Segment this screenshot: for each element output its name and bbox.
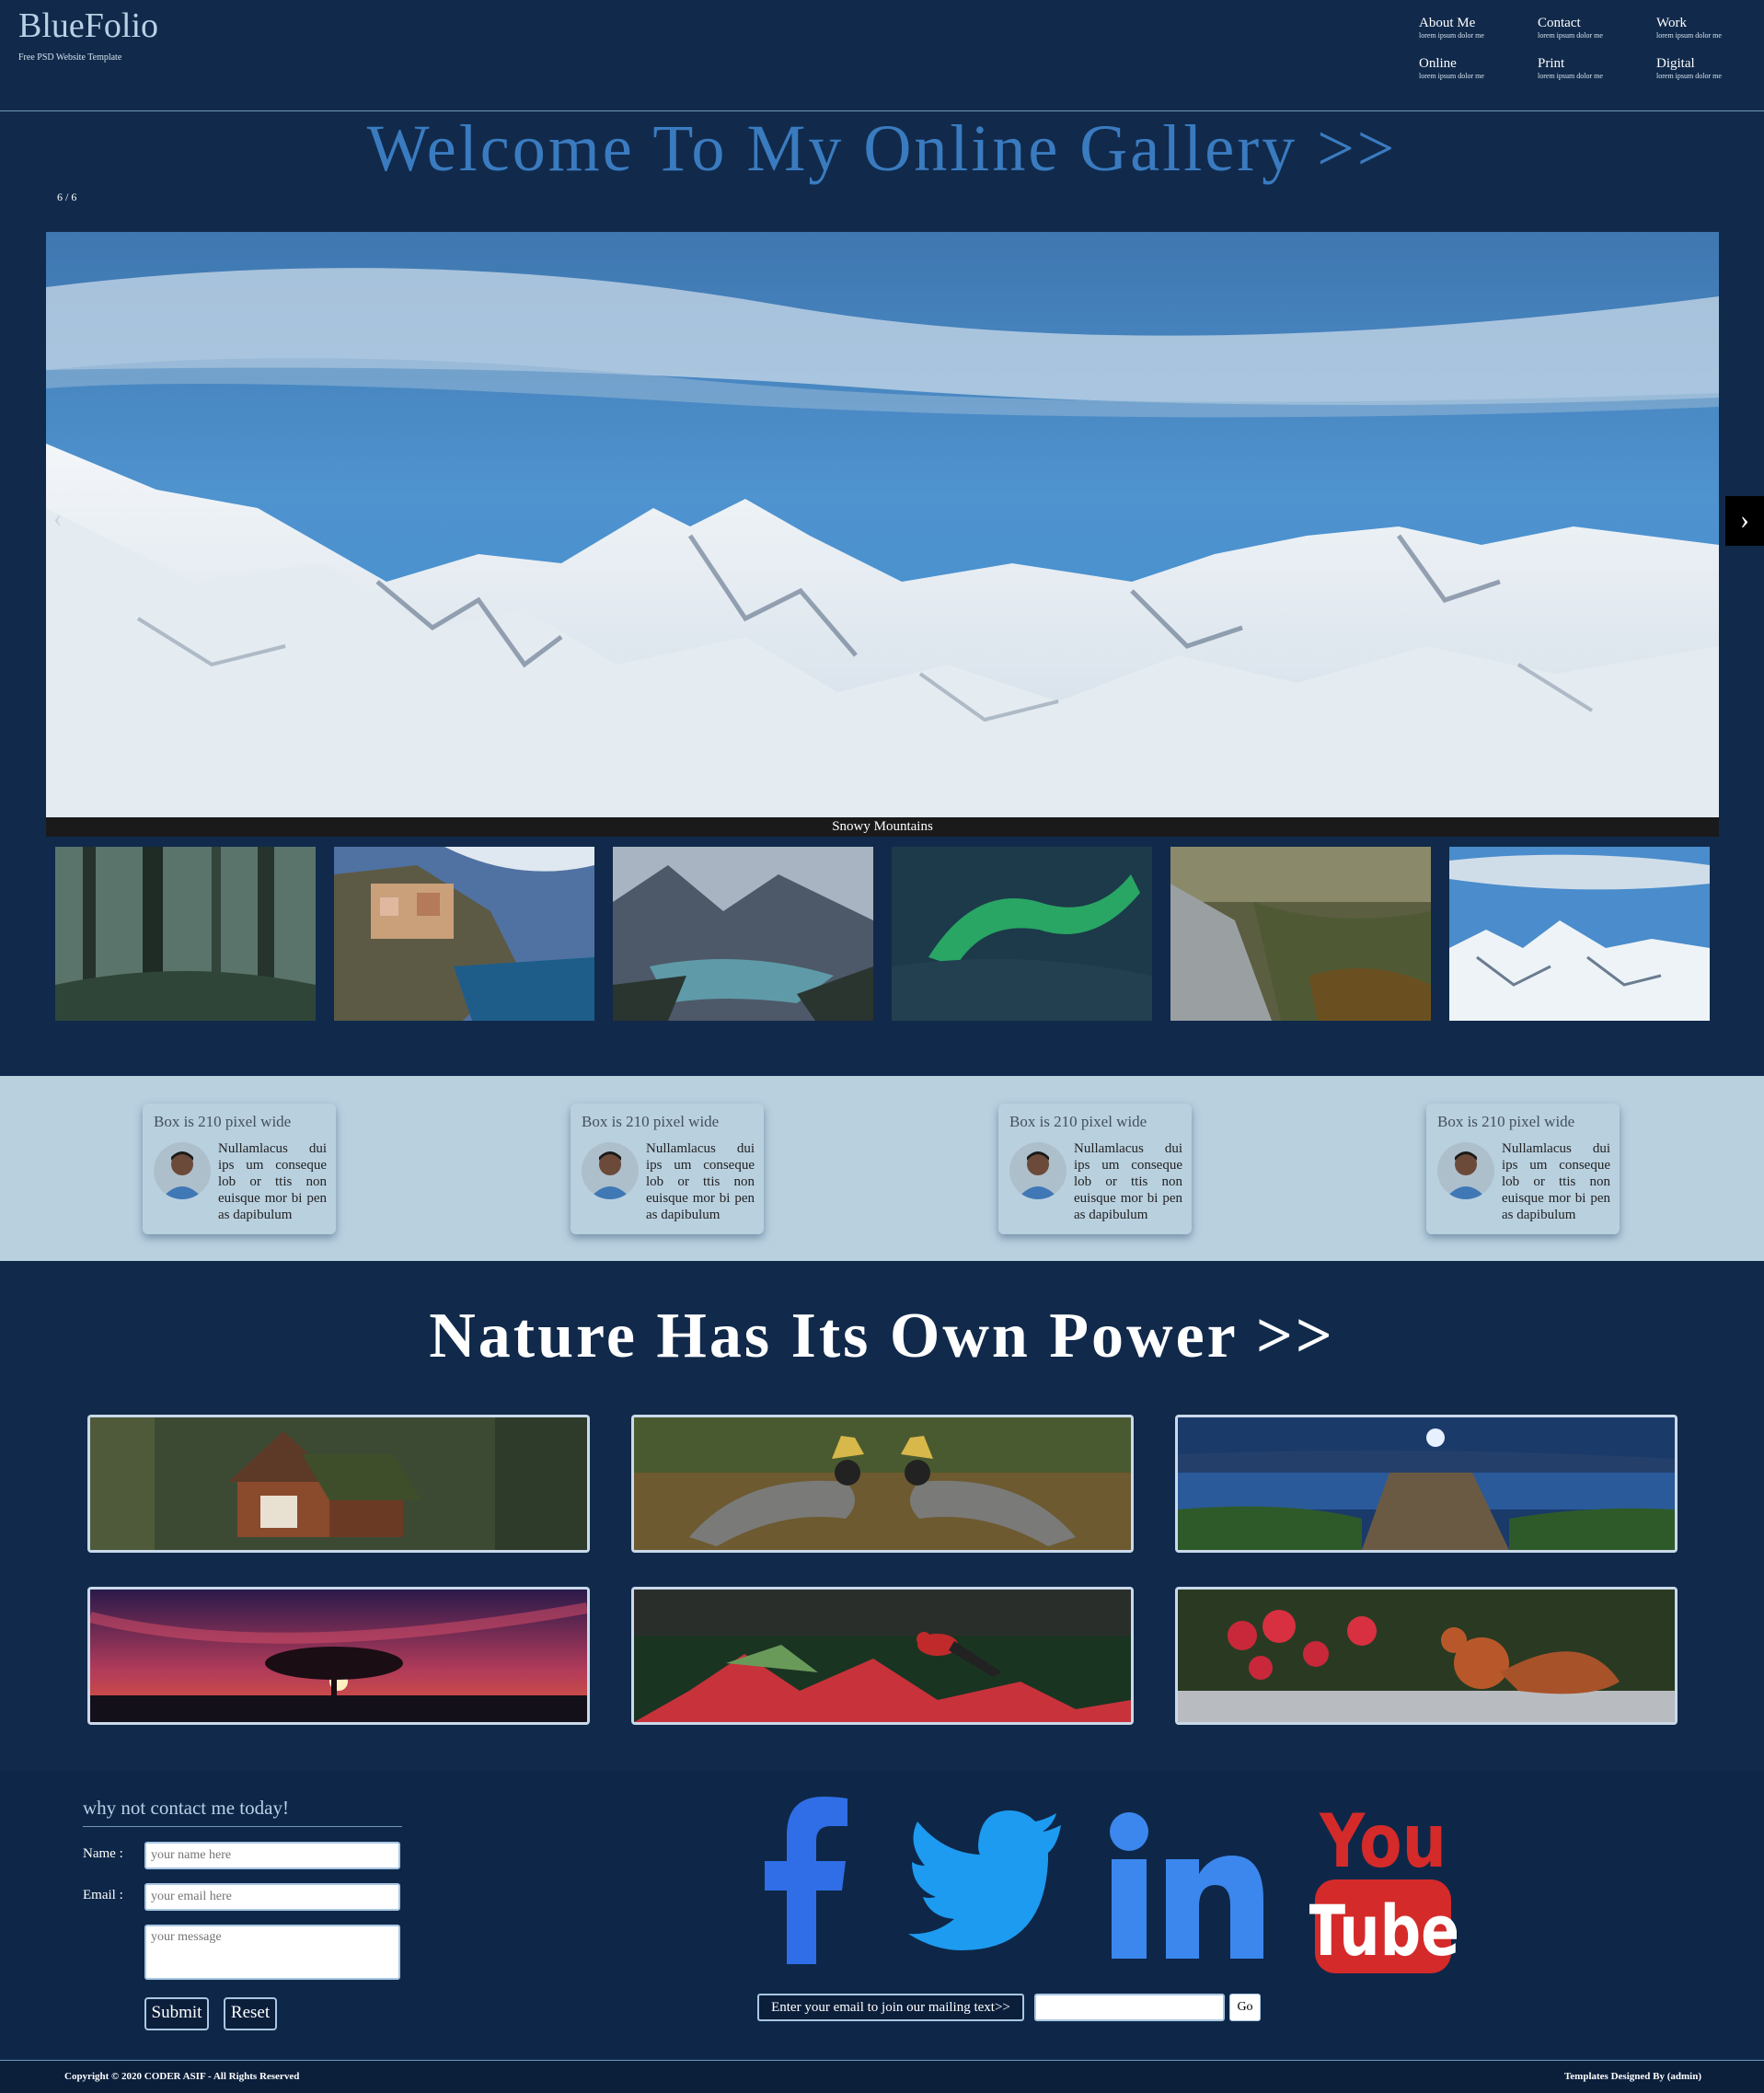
thumbnail-coastal-village[interactable] [334,847,594,1021]
prev-slide-button[interactable]: ‹ [53,504,62,534]
nav-item-sub: lorem ipsum dolor me [1419,72,1484,80]
nature-image-lake-pier[interactable] [1175,1415,1678,1553]
nav-item-title[interactable]: Contact [1538,16,1655,31]
nature-image-red-bird-flowers[interactable] [631,1587,1134,1725]
info-box-text: Nullamlacus dui ips um conseque lob or t… [1074,1141,1182,1222]
slide-counter: 6 / 6 [57,191,77,203]
nav-item-sub: lorem ipsum dolor me [1419,31,1484,40]
nav-item-about-me[interactable]: About Me lorem ipsum dolor me [1419,16,1537,40]
info-box: Box is 210 pixel wide Nullamlacus dui ip… [1426,1104,1620,1234]
brand-tagline: Free PSD Website Template [18,52,122,63]
youtube-top-text: You [1319,1798,1447,1885]
site-header: BlueFolio Free PSD Website Template Abou… [0,0,1764,111]
nav-item-title[interactable]: Online [1419,56,1537,72]
info-box: Box is 210 pixel wide Nullamlacus dui ip… [571,1104,764,1234]
contact-divider [83,1826,402,1827]
info-box-title: Box is 210 pixel wide [154,1113,292,1130]
nav-item-title[interactable]: About Me [1419,16,1537,31]
thumbnail-snowy-mountains[interactable] [1449,847,1710,1021]
nature-image-forest-cabin[interactable] [87,1415,590,1553]
youtube-bottom-text: Tube [1309,1891,1457,1972]
info-box-title: Box is 210 pixel wide [1437,1113,1575,1130]
avatar [1009,1142,1066,1199]
submit-button[interactable]: Submit [144,1997,209,2030]
info-boxes-section: Box is 210 pixel wide Nullamlacus dui ip… [0,1076,1764,1261]
info-box-text: Nullamlacus dui ips um conseque lob or t… [1502,1141,1610,1222]
brand-logo[interactable]: BlueFolio [18,6,158,46]
facebook-icon[interactable] [759,1795,851,1969]
thumbnail-mountain-lake[interactable] [613,847,873,1021]
gallery-title: Welcome To My Online Gallery >> [366,111,1398,185]
linkedin-icon[interactable] [1109,1811,1265,1963]
slideshow-image [46,232,1719,817]
nav-item-sub: lorem ipsum dolor me [1656,72,1722,80]
email-field[interactable] [144,1883,400,1911]
copyright-text: Copyright © 2020 CODER ASIF - All Rights… [64,2071,300,2082]
nav-item-online[interactable]: Online lorem ipsum dolor me [1419,56,1537,81]
nature-image-crowned-cranes[interactable] [631,1415,1134,1553]
nav-item-title[interactable]: Print [1538,56,1655,72]
designer-credit: Templates Designed By (admin) [1563,2071,1701,2082]
youtube-icon[interactable]: You Tube [1307,1795,1459,1980]
nav-item-print[interactable]: Print lorem ipsum dolor me [1538,56,1655,81]
info-box-text: Nullamlacus dui ips um conseque lob or t… [218,1141,327,1222]
avatar [154,1142,211,1199]
info-box: Box is 210 pixel wide Nullamlacus dui ip… [998,1104,1192,1234]
slide-caption: Snowy Mountains [46,817,1719,837]
email-label: Email : [83,1888,123,1902]
nature-title: Nature Has Its Own Power >> [429,1301,1335,1371]
message-field[interactable] [144,1925,400,1980]
next-slide-button[interactable]: › [1725,496,1764,546]
thumbnail-forest[interactable] [55,847,316,1021]
reset-button[interactable]: Reset [224,1997,277,2030]
nav-item-sub: lorem ipsum dolor me [1656,31,1722,40]
nav-item-digital[interactable]: Digital lorem ipsum dolor me [1656,56,1764,81]
twitter-icon[interactable] [906,1809,1063,1960]
contact-heading: why not contact me today! [83,1797,289,1819]
name-field[interactable] [144,1842,400,1869]
nav-item-sub: lorem ipsum dolor me [1538,72,1603,80]
thumbnail-aurora[interactable] [892,847,1152,1021]
info-box-title: Box is 210 pixel wide [1009,1113,1147,1130]
name-label: Name : [83,1846,123,1861]
nav-item-contact[interactable]: Contact lorem ipsum dolor me [1538,16,1655,40]
nature-image-squirrel-flowers[interactable] [1175,1587,1678,1725]
nav-item-sub: lorem ipsum dolor me [1538,31,1603,40]
thumbnail-valley[interactable] [1170,847,1431,1021]
avatar [582,1142,639,1199]
info-box-text: Nullamlacus dui ips um conseque lob or t… [646,1141,755,1222]
mailing-go-button[interactable]: Go [1229,1994,1261,2021]
mailing-email-input[interactable] [1034,1994,1225,2021]
avatar [1437,1142,1494,1199]
nav-item-title[interactable]: Digital [1656,56,1764,72]
nav-item-work[interactable]: Work lorem ipsum dolor me [1656,16,1764,40]
nav-item-title[interactable]: Work [1656,16,1764,31]
info-box: Box is 210 pixel wide Nullamlacus dui ip… [143,1104,336,1234]
mailing-list-label: Enter your email to join our mailing tex… [757,1994,1024,2021]
nature-image-sunset-tree[interactable] [87,1587,590,1725]
footer-bar: Copyright © 2020 CODER ASIF - All Rights… [0,2060,1764,2093]
info-box-title: Box is 210 pixel wide [582,1113,720,1130]
